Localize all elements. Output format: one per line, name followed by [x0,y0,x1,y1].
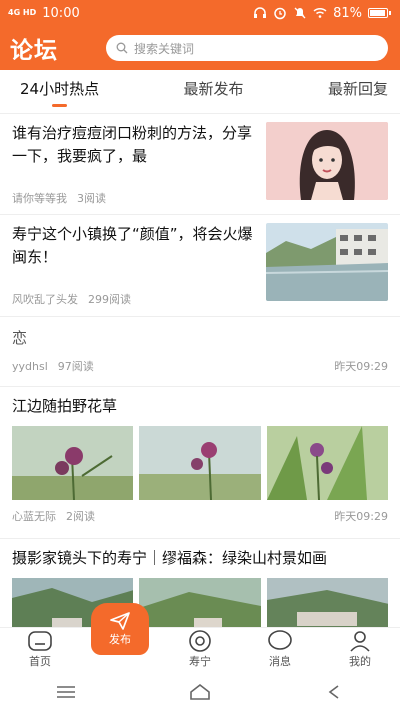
nav-publish-label: 发布 [109,633,131,646]
search-placeholder: 搜索关键词 [134,41,195,56]
post-title: 恋 [12,329,28,347]
post-feed: 谁有治疗痘痘闭口粉刺的方法，分享一下，我要疯了，最 请你等等我 3阅读 寿宁这个小… [0,114,400,627]
post-title: 摄影家镜头下的寿宁｜缪福森：绿染山村景如画 [12,549,328,567]
post-thumbnail [266,223,388,301]
post-time: 昨天09:29 [334,510,388,523]
post-author: yydhsl [12,360,48,373]
post-item[interactable]: 恋 yydhsl 97阅读 昨天09:29 [0,317,400,387]
post-time: 昨天09:29 [334,360,388,373]
user-icon [350,631,370,652]
back-icon[interactable] [324,684,344,700]
alarm-icon [274,7,286,20]
menu-icon[interactable] [56,685,76,699]
headphone-icon [254,7,267,18]
post-image [12,426,134,500]
post-title: 寿宁这个小镇换了“颜值”，将会火爆闽东！ [12,225,253,266]
send-icon [110,612,130,630]
home-button-icon[interactable] [189,684,211,700]
search-icon [116,42,128,54]
status-bar: 4G HD 10:00 81% [0,0,400,26]
post-reads: 3阅读 [77,192,106,205]
wifi-icon [313,7,327,18]
nav-home-label: 首页 [29,655,51,668]
app-header: 4G HD 10:00 81% 论坛 搜索关键词 [0,0,400,70]
nav-messages-label: 消息 [269,655,291,668]
battery-percent: 81% [333,5,362,21]
network-indicator: 4G HD [8,8,37,17]
clock: 10:00 [42,5,80,21]
mute-icon [294,7,306,19]
post-item[interactable]: 摄影家镜头下的寿宁｜缪福森：绿染山村景如画 [0,539,400,627]
post-reads: 299阅读 [88,293,131,306]
post-reads: 97阅读 [57,360,94,373]
search-input[interactable]: 搜索关键词 [106,35,388,61]
post-image [266,578,388,627]
post-image [139,578,261,627]
tab-latest-replies[interactable]: 最新回复 [328,78,388,105]
post-author: 心蓝无际 [12,510,56,523]
nav-mine-label: 我的 [349,655,371,668]
post-title: 谁有治疗痘痘闭口粉刺的方法，分享一下，我要疯了，最 [12,124,253,165]
tab-24h-hot[interactable]: 24小时热点 [20,78,99,107]
message-icon [268,630,292,650]
post-thumbnail [266,122,388,200]
post-item[interactable]: 谁有治疗痘痘闭口粉刺的方法，分享一下，我要疯了，最 请你等等我 3阅读 [0,114,400,215]
nav-mine[interactable]: 我的 [330,629,390,669]
post-image [266,426,388,500]
nav-publish[interactable]: 发布 [90,603,150,665]
system-nav-bar [0,673,400,711]
post-item[interactable]: 江边随拍野花草 心蓝无际 2阅读 昨天09:29 [0,387,400,539]
post-image [139,426,261,500]
battery-icon [368,8,391,18]
illustration-girl [266,122,388,200]
post-title: 江边随拍野花草 [12,397,118,415]
nav-messages[interactable]: 消息 [250,629,310,669]
bottom-nav: 首页 发布 寿宁 消息 我的 [0,603,400,673]
page-title: 论坛 [10,38,58,64]
nav-shouning-label: 寿宁 [189,655,211,668]
photo-town-river [266,223,388,301]
post-author: 风吹乱了头发 [12,293,78,306]
home-icon [28,631,52,651]
post-author: 请你等等我 [12,192,67,205]
tab-latest-posts[interactable]: 最新发布 [184,78,244,105]
smile-icon [189,630,211,652]
nav-home[interactable]: 首页 [10,629,70,669]
post-item[interactable]: 寿宁这个小镇换了“颜值”，将会火爆闽东！ 风吹乱了头发 299阅读 [0,215,400,317]
nav-shouning[interactable]: 寿宁 [170,629,230,669]
post-reads: 2阅读 [66,510,95,523]
tab-bar: 24小时热点 最新发布 最新回复 [0,70,400,114]
